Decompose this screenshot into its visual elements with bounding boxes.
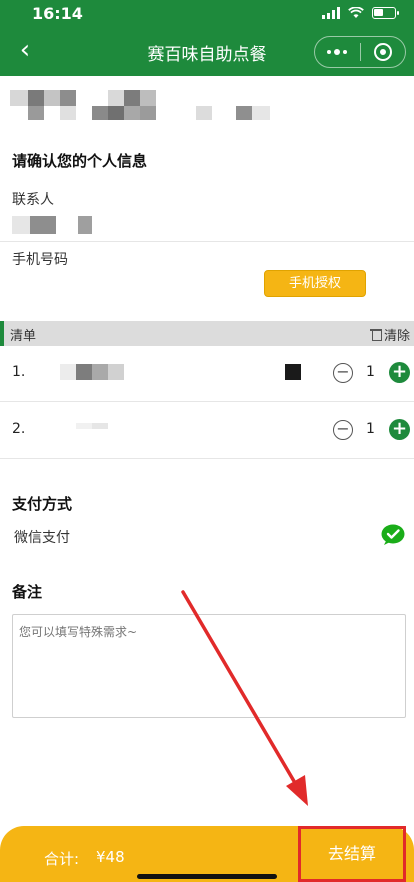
item-quantity: 1 [366, 421, 375, 437]
divider [0, 241, 414, 242]
contact-name-label: 联系人 [12, 192, 54, 208]
store-name-redacted [10, 88, 300, 124]
item-option-redacted [285, 364, 301, 380]
total-label: 合计: [44, 850, 80, 868]
clear-label: 清除 [383, 329, 410, 344]
status-time: 16:14 [32, 4, 83, 23]
checkout-button[interactable]: 去结算 [298, 826, 406, 882]
item-index: 2. [12, 421, 26, 437]
signal-icon [322, 7, 340, 19]
wifi-icon [348, 7, 364, 18]
phone-label: 手机号码 [12, 252, 68, 268]
nav-bar: ‹ 赛百味自助点餐 [0, 26, 414, 76]
list-header-accent [0, 321, 4, 346]
battery-icon [372, 7, 399, 19]
more-icon [327, 49, 348, 55]
clear-list-button[interactable]: 清除 [369, 325, 410, 344]
payment-method-label[interactable]: 微信支付 [14, 527, 70, 547]
status-icons [322, 7, 399, 19]
target-icon [373, 43, 392, 61]
item-name-redacted [60, 423, 126, 435]
phone-authorize-button[interactable]: 手机授权 [264, 270, 366, 297]
total-amount: ¥48 [96, 848, 125, 866]
minus-icon[interactable]: − [333, 420, 353, 440]
wechat-pay-icon[interactable] [381, 524, 405, 546]
remark-section-title: 备注 [12, 583, 43, 601]
remark-input[interactable] [12, 614, 406, 718]
minus-icon[interactable]: − [333, 363, 353, 383]
order-list-header: 清单 清除 [0, 321, 414, 346]
home-indicator [137, 874, 277, 879]
payment-section-title: 支付方式 [12, 495, 73, 513]
item-quantity: 1 [366, 364, 375, 380]
more-button[interactable] [315, 37, 360, 67]
contact-name-redacted [12, 216, 96, 234]
trash-icon [369, 328, 382, 341]
mini-program-capsule [314, 36, 406, 68]
item-index: 1. [12, 364, 26, 380]
contact-section-title: 请确认您的个人信息 [12, 152, 148, 170]
item-name-redacted [60, 364, 126, 380]
divider [0, 458, 414, 459]
list-item: 2. − 1 + [0, 402, 414, 458]
plus-icon[interactable]: + [389, 419, 410, 440]
list-item: 1. − 1 + [0, 345, 414, 401]
list-title: 清单 [10, 329, 37, 344]
plus-icon[interactable]: + [389, 362, 410, 383]
close-mini-program-button[interactable] [361, 37, 406, 67]
status-bar: 16:14 [0, 0, 414, 26]
